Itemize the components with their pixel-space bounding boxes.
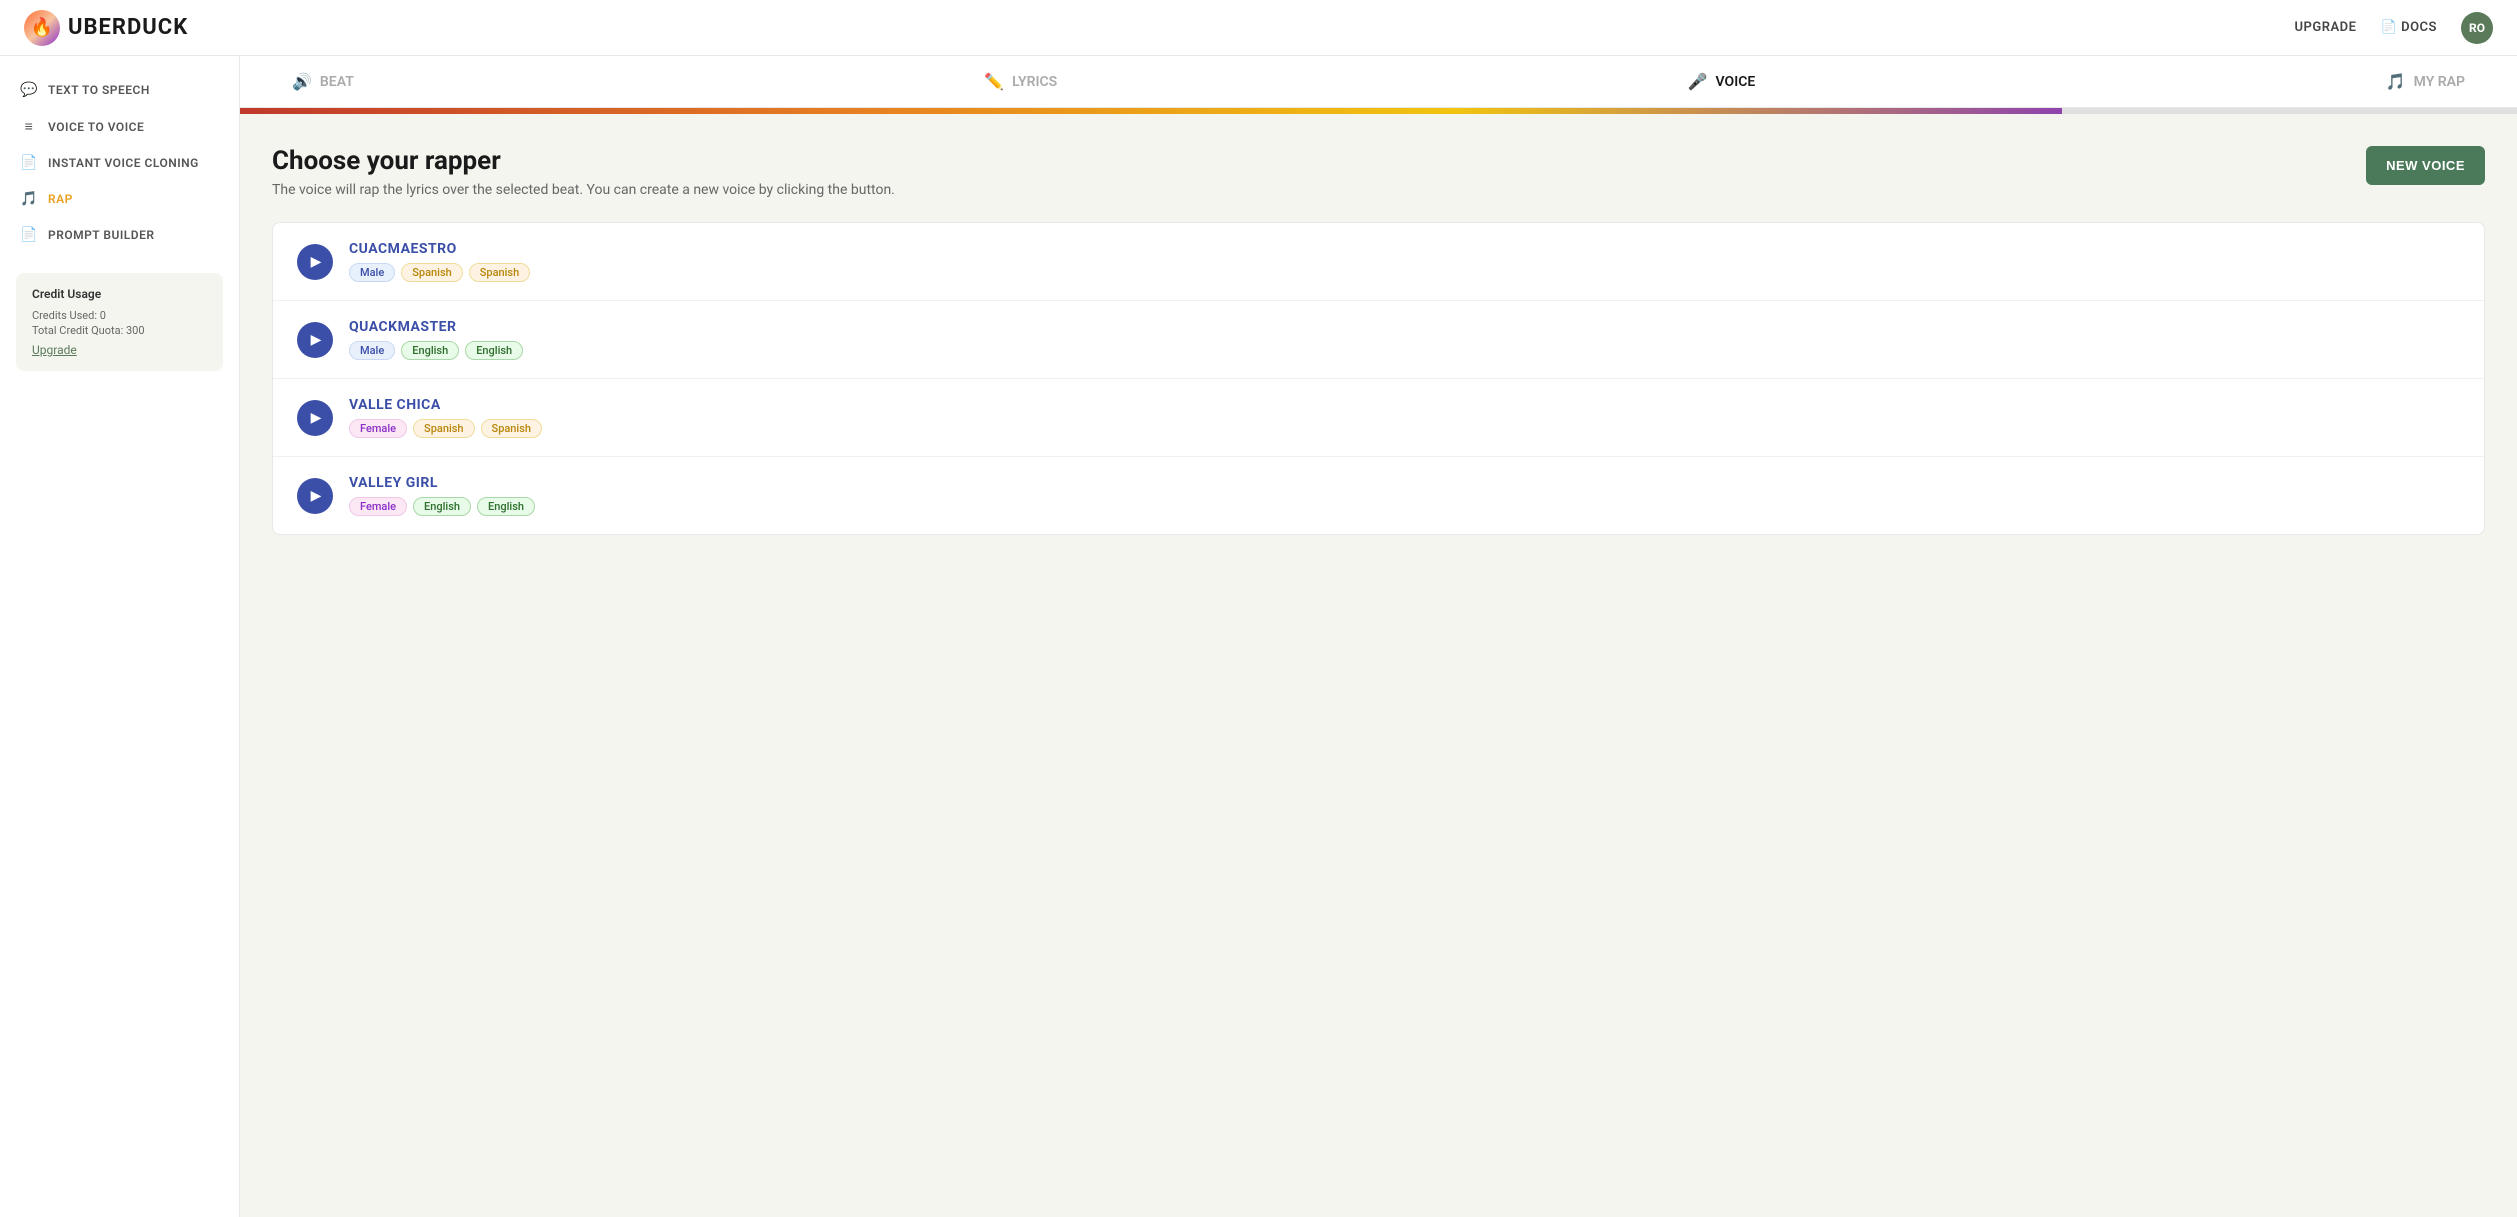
docs-icon: 📄 [2380,20,2397,35]
beat-step-label: BEAT [320,74,354,90]
voice-step-icon: 🎤 [1688,72,1708,91]
tag-spanish: Spanish [469,263,530,282]
voice-name-quackmaster: QUACKMASTER [349,319,2460,335]
sidebar-item-instant-voice-cloning[interactable]: 📄 INSTANT VOICE CLONING [0,145,239,181]
step-my-rap[interactable]: 🎵 MY RAP [2366,72,2485,91]
steps-bar: 🔊 BEAT ✏️ LYRICS 🎤 VOICE 🎵 MY RAP [240,56,2517,108]
avatar[interactable]: RO [2461,12,2493,44]
step-lyrics[interactable]: ✏️ LYRICS [964,72,1077,91]
tag-male: Male [349,263,395,282]
voice-name-cuacmaestro: CUACMAESTRO [349,241,2460,257]
voice-info-quackmaster: QUACKMASTER Male English English [349,319,2460,360]
content-header-text: Choose your rapper The voice will rap th… [272,146,895,198]
tag-female: Female [349,419,407,438]
play-icon-quackmaster: ▶ [311,332,322,348]
voice-item-valley-girl: ▶ VALLEY GIRL Female English English [273,457,2484,534]
play-icon-cuacmaestro: ▶ [311,254,322,270]
content-area: Choose your rapper The voice will rap th… [240,114,2517,567]
content-header: Choose your rapper The voice will rap th… [272,146,2485,198]
progress-fill [240,108,2062,114]
tag-spanish: Spanish [481,419,542,438]
sidebar-item-label: INSTANT VOICE CLONING [48,156,199,170]
lyrics-step-label: LYRICS [1012,74,1057,90]
instant-voice-cloning-icon: 📄 [20,155,38,171]
tag-english: English [401,341,459,360]
play-button-valle-chica[interactable]: ▶ [297,400,333,436]
credit-title: Credit Usage [32,287,207,301]
voice-item-quackmaster: ▶ QUACKMASTER Male English English [273,301,2484,379]
sidebar-item-label: RAP [48,192,73,206]
sidebar-item-rap[interactable]: 🎵 RAP [0,181,239,217]
play-button-quackmaster[interactable]: ▶ [297,322,333,358]
sidebar: 💬 TEXT TO SPEECH ≡ VOICE TO VOICE 📄 INST… [0,56,240,1217]
credit-box: Credit Usage Credits Used: 0 Total Credi… [16,273,223,371]
step-beat[interactable]: 🔊 BEAT [272,72,374,91]
prompt-builder-icon: 📄 [20,227,38,243]
play-button-valley-girl[interactable]: ▶ [297,478,333,514]
my-rap-step-icon: 🎵 [2386,72,2406,91]
rap-icon: 🎵 [20,191,38,207]
sidebar-item-label: TEXT TO SPEECH [48,83,150,97]
sidebar-item-voice-to-voice[interactable]: ≡ VOICE TO VOICE [0,108,239,145]
voice-info-cuacmaestro: CUACMAESTRO Male Spanish Spanish [349,241,2460,282]
logo-icon: 🔥 [24,10,60,46]
voice-tags-valley-girl: Female English English [349,497,2460,516]
page-subtitle: The voice will rap the lyrics over the s… [272,182,895,198]
topnav: 🔥 UBERDUCK UPGRADE 📄 DOCS RO [0,0,2517,56]
voice-item-cuacmaestro: ▶ CUACMAESTRO Male Spanish Spanish [273,223,2484,301]
voice-name-valley-girl: VALLEY GIRL [349,475,2460,491]
text-to-speech-icon: 💬 [20,82,38,98]
step-voice[interactable]: 🎤 VOICE [1668,72,1776,91]
sidebar-item-label: PROMPT BUILDER [48,228,155,242]
lyrics-step-icon: ✏️ [984,72,1004,91]
tag-english: English [477,497,535,516]
beat-step-icon: 🔊 [292,72,312,91]
voice-tags-valle-chica: Female Spanish Spanish [349,419,2460,438]
tag-english: English [413,497,471,516]
sidebar-item-text-to-speech[interactable]: 💬 TEXT TO SPEECH [0,72,239,108]
upgrade-link-sidebar[interactable]: Upgrade [32,343,207,357]
play-icon-valle-chica: ▶ [311,410,322,426]
my-rap-step-label: MY RAP [2414,74,2465,90]
tag-spanish: Spanish [401,263,462,282]
sidebar-item-label: VOICE TO VOICE [48,120,144,134]
page-title: Choose your rapper [272,146,895,176]
voice-to-voice-icon: ≡ [20,118,38,135]
voice-tags-quackmaster: Male English English [349,341,2460,360]
tag-male: Male [349,341,395,360]
logo-text: UBERDUCK [68,15,188,40]
voice-info-valle-chica: VALLE CHICA Female Spanish Spanish [349,397,2460,438]
tag-spanish: Spanish [413,419,474,438]
voice-step-label: VOICE [1716,74,1756,90]
logo[interactable]: 🔥 UBERDUCK [24,10,188,46]
voice-list: ▶ CUACMAESTRO Male Spanish Spanish ▶ QUACK… [272,222,2485,535]
voice-info-valley-girl: VALLEY GIRL Female English English [349,475,2460,516]
credits-used: Credits Used: 0 [32,309,207,322]
play-button-cuacmaestro[interactable]: ▶ [297,244,333,280]
layout: 💬 TEXT TO SPEECH ≡ VOICE TO VOICE 📄 INST… [0,56,2517,1217]
play-icon-valley-girl: ▶ [311,488,322,504]
progress-bar [240,108,2517,114]
tag-english: English [465,341,523,360]
voice-name-valle-chica: VALLE CHICA [349,397,2460,413]
nav-right: UPGRADE 📄 DOCS RO [2294,12,2493,44]
docs-link[interactable]: 📄 DOCS [2380,20,2437,35]
sidebar-item-prompt-builder[interactable]: 📄 PROMPT BUILDER [0,217,239,253]
new-voice-button[interactable]: NEW VOICE [2366,146,2485,185]
upgrade-link[interactable]: UPGRADE [2294,20,2356,35]
main-content: 🔊 BEAT ✏️ LYRICS 🎤 VOICE 🎵 MY RAP Choose… [240,56,2517,1217]
voice-item-valle-chica: ▶ VALLE CHICA Female Spanish Spanish [273,379,2484,457]
tag-female: Female [349,497,407,516]
total-quota: Total Credit Quota: 300 [32,324,207,337]
voice-tags-cuacmaestro: Male Spanish Spanish [349,263,2460,282]
